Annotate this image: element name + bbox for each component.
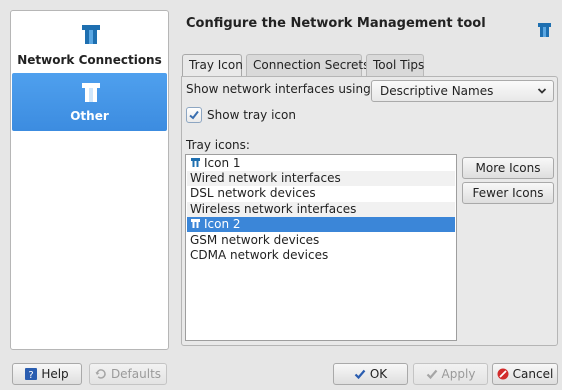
network-manager-icon (82, 25, 100, 44)
checkmark-icon (354, 369, 366, 380)
list-item[interactable]: GSM network devices (187, 233, 455, 248)
page-title: Configure the Network Management tool (186, 16, 486, 31)
sidebar-item-other[interactable]: Other (12, 73, 167, 131)
svg-text:?: ? (29, 370, 34, 380)
category-sidebar: Network Connections Other (10, 10, 169, 350)
sidebar-item-label: Network Connections (17, 53, 162, 67)
chevron-down-icon (537, 88, 547, 94)
fewer-icons-button[interactable]: Fewer Icons (462, 182, 554, 204)
tab-connection-secrets[interactable]: Connection Secrets (246, 54, 369, 76)
help-button[interactable]: ? Help (12, 363, 82, 385)
tab-tray-icon[interactable]: Tray Icon (182, 54, 243, 77)
tray-icons-list[interactable]: Icon 1 Wired network interfaces DSL netw… (185, 154, 457, 341)
tray-icons-label: Tray icons: (186, 138, 250, 152)
checkmark-icon (189, 110, 199, 120)
more-icons-button[interactable]: More Icons (462, 157, 554, 179)
defaults-button[interactable]: Defaults (89, 363, 167, 385)
network-manager-icon (191, 219, 200, 228)
defaults-icon (95, 369, 106, 379)
network-manager-icon (538, 23, 551, 37)
network-manager-icon (191, 158, 200, 167)
list-item[interactable]: Wireless network interfaces (187, 202, 455, 217)
select-value: Descriptive Names (380, 84, 494, 98)
show-tray-icon-label: Show tray icon (207, 108, 296, 122)
sidebar-item-label: Other (70, 109, 109, 123)
sidebar-item-network-connections[interactable]: Network Connections (12, 15, 167, 73)
show-tray-icon-checkbox[interactable] (186, 107, 202, 123)
ok-button[interactable]: OK (333, 363, 408, 385)
checkmark-icon (426, 369, 437, 380)
cancel-icon (497, 368, 509, 380)
list-item[interactable]: Icon 1 (187, 156, 455, 171)
list-item[interactable]: Wired network interfaces (187, 171, 455, 186)
network-manager-icon (82, 83, 100, 102)
tab-tool-tips[interactable]: Tool Tips (366, 54, 424, 76)
list-item[interactable]: CDMA network devices (187, 248, 455, 263)
apply-button[interactable]: Apply (413, 363, 488, 385)
cancel-button[interactable]: Cancel (492, 363, 558, 385)
help-icon: ? (25, 368, 38, 380)
show-interfaces-label: Show network interfaces using: (186, 82, 375, 96)
list-item[interactable]: DSL network devices (187, 186, 455, 201)
list-item[interactable]: Icon 2 (187, 217, 455, 232)
interface-naming-select[interactable]: Descriptive Names (371, 80, 554, 102)
